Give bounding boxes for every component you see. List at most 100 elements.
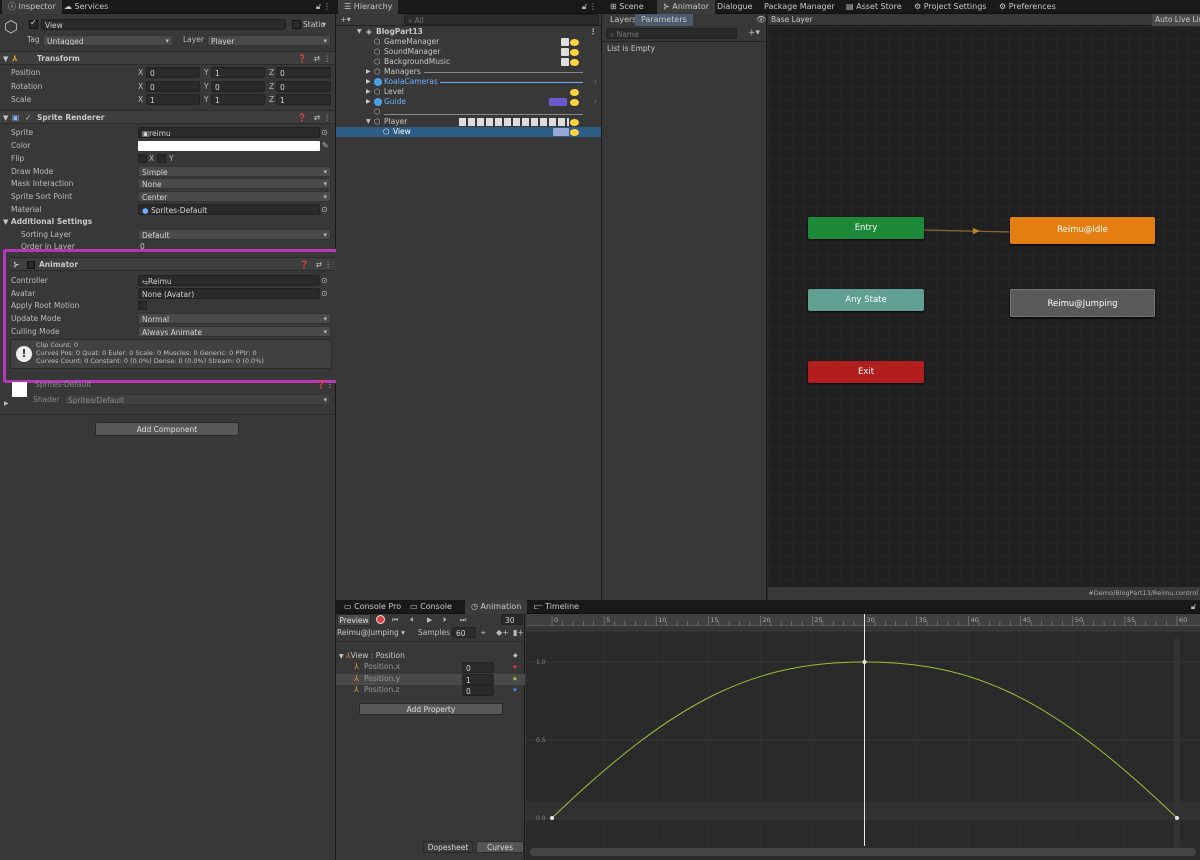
play-icon[interactable]: ▶ xyxy=(427,614,432,626)
tab-animation[interactable]: ◷ Animation xyxy=(465,600,528,614)
hierarchy-item-gamemanager[interactable]: ⬡ GameManager xyxy=(336,37,601,47)
first-frame-icon[interactable]: ⏮ xyxy=(392,614,398,626)
previous-frame-icon[interactable]: ⏴ xyxy=(410,614,414,626)
auto-live-link-button[interactable]: Auto Live Lin xyxy=(1152,14,1200,26)
component-menu-icon[interactable]: ⋮ xyxy=(326,379,334,391)
collapse-icon[interactable]: ▼ xyxy=(366,117,371,127)
active-checkbox[interactable]: ✓ xyxy=(29,18,38,29)
hierarchy-item-player[interactable]: ▼ ⬡ Player xyxy=(336,117,601,127)
preset-icon[interactable]: ⇄ xyxy=(314,52,320,66)
object-picker-icon[interactable]: ⊙ xyxy=(321,204,328,216)
curve-editor[interactable]: 0 5 10 15 20 25 30 35 40 45 50 55 60 1.0 0.5 0.0 xyxy=(526,614,1200,860)
eye-icon[interactable] xyxy=(570,58,579,66)
eye-icon[interactable] xyxy=(570,98,579,106)
tab-animator[interactable]: ⊱ Animator xyxy=(657,0,716,14)
add-component-button[interactable]: Add Component xyxy=(95,422,239,436)
scale-x-field[interactable]: 1 xyxy=(146,94,200,105)
last-frame-icon[interactable]: ⏭ xyxy=(460,614,466,626)
sprite-field[interactable]: ▣reimu xyxy=(138,127,320,138)
property-row-position-z[interactable]: ⅄ Position.z 0 ◆ xyxy=(336,685,525,696)
tab-scene[interactable]: ⊞ Scene xyxy=(604,0,650,14)
menu-icon[interactable]: ⋮ xyxy=(323,1,331,13)
expand-icon[interactable]: ▶ xyxy=(366,97,371,107)
mask-interaction-dropdown[interactable]: None xyxy=(138,178,331,189)
state-exit[interactable]: Exit xyxy=(808,361,924,383)
expand-icon[interactable]: ▶ xyxy=(366,87,371,97)
state-any-state[interactable]: Any State xyxy=(808,289,924,311)
tab-dialogue[interactable]: Dialogue xyxy=(711,0,758,14)
avatar-field[interactable]: None (Avatar) xyxy=(138,288,320,299)
tab-package-manager[interactable]: Package Manager xyxy=(758,0,841,14)
next-frame-icon[interactable]: ⏵ xyxy=(443,614,447,626)
eye-icon[interactable] xyxy=(570,88,579,96)
scale-z-field[interactable]: 1 xyxy=(276,94,331,105)
foldout-icon[interactable]: ▶ xyxy=(4,398,9,410)
color-swatch[interactable] xyxy=(138,141,320,151)
scene-row[interactable]: ▼ ◈ BlogPart13 ⋮ xyxy=(336,27,601,37)
update-mode-dropdown[interactable]: Normal xyxy=(138,313,331,324)
static-checkbox[interactable] xyxy=(292,20,301,29)
rotation-z-field[interactable]: 0 xyxy=(276,81,331,92)
lock-icon[interactable]: 🔓︎ xyxy=(316,1,321,13)
tag-dropdown[interactable]: Untagged xyxy=(43,35,173,46)
component-menu-icon[interactable]: ⋮ xyxy=(325,258,333,272)
eye-icon[interactable]: 👁︎ xyxy=(756,14,766,26)
expand-icon[interactable]: ▶ xyxy=(366,77,371,87)
parameter-search-input[interactable]: ⌕ Name xyxy=(606,28,737,39)
menu-icon[interactable]: ⋮ xyxy=(589,1,597,13)
property-value-field[interactable]: 0 xyxy=(462,685,494,696)
hierarchy-item-backgroundmusic[interactable]: ⬡ BackgroundMusic xyxy=(336,57,601,67)
tab-asset-store[interactable]: ▤ Asset Store xyxy=(840,0,908,14)
record-icon[interactable] xyxy=(376,615,385,624)
lock-icon[interactable]: 🔓︎ xyxy=(1191,601,1196,613)
clip-dropdown[interactable]: Reimu@Jumping ▾ xyxy=(337,627,405,639)
chevron-right-icon[interactable]: › xyxy=(594,77,597,87)
preview-button[interactable]: Preview xyxy=(337,614,371,626)
keyframe-diamond-icon[interactable]: ◆ xyxy=(513,661,517,673)
tab-project-settings[interactable]: ⚙ Project Settings xyxy=(908,0,992,14)
chevron-down-icon[interactable]: ▾ xyxy=(322,19,326,31)
rotation-x-field[interactable]: 0 xyxy=(146,81,200,92)
help-icon[interactable]: ❓ xyxy=(316,379,326,391)
scale-y-field[interactable]: 1 xyxy=(211,94,265,105)
add-property-button[interactable]: Add Property xyxy=(359,703,503,715)
horizontal-scrollbar[interactable] xyxy=(530,848,1196,856)
sorting-layer-dropdown[interactable]: Default xyxy=(138,229,331,240)
eye-icon[interactable] xyxy=(570,38,579,46)
enabled-check-icon[interactable]: ✓ xyxy=(25,111,31,125)
hierarchy-item-view[interactable]: ⬡ View xyxy=(336,127,601,137)
tab-console-pro[interactable]: ▭ Console Pro xyxy=(338,600,407,614)
tab-preferences[interactable]: ⚙ Preferences xyxy=(993,0,1062,14)
add-event-marker-icon[interactable]: ▮+ xyxy=(513,627,524,639)
chevron-right-icon[interactable]: › xyxy=(594,97,597,107)
animator-enabled-checkbox[interactable] xyxy=(27,261,35,269)
state-entry[interactable]: Entry xyxy=(808,217,924,239)
eyedropper-icon[interactable]: ✎ xyxy=(322,140,329,152)
object-picker-icon[interactable]: ⊙ xyxy=(321,127,328,139)
help-icon[interactable]: ❓ xyxy=(298,52,307,66)
state-reimu-jumping[interactable]: Reimu@Jumping xyxy=(1010,289,1155,317)
position-y-field[interactable]: 1 xyxy=(211,67,265,78)
culling-mode-dropdown[interactable]: Always Animate xyxy=(138,326,331,337)
sprite-renderer-header[interactable]: ▼ ▣ ✓ Sprite Renderer ❓ ⇄ ⋮ xyxy=(0,110,335,124)
tab-hierarchy[interactable]: ☰ Hierarchy xyxy=(338,0,399,14)
position-x-field[interactable]: 0 xyxy=(146,67,200,78)
eye-icon[interactable] xyxy=(570,128,579,136)
component-menu-icon[interactable]: ⋮ xyxy=(324,52,332,66)
tab-parameters[interactable]: Parameters xyxy=(635,14,693,26)
add-event-icon[interactable]: ◆+ xyxy=(496,627,509,639)
rotation-y-field[interactable]: 0 xyxy=(211,81,265,92)
state-reimu-idle[interactable]: Reimu@Idle xyxy=(1010,217,1155,244)
dopesheet-button[interactable]: Dopesheet xyxy=(423,841,473,853)
property-row-position-x[interactable]: ⅄ Position.x 0 ◆ xyxy=(336,662,525,673)
hierarchy-item-separator[interactable]: ⬡ xyxy=(336,107,601,117)
flip-y-checkbox[interactable] xyxy=(157,154,166,163)
animator-header[interactable]: ⊱ Animator ❓ ⇄ ⋮ xyxy=(10,257,335,271)
breadcrumb-base-layer[interactable]: Base Layer xyxy=(771,14,813,26)
hierarchy-item-soundmanager[interactable]: ⬡ SoundManager xyxy=(336,47,601,57)
tab-timeline[interactable]: ⫍ Timeline xyxy=(528,600,585,614)
tab-services[interactable]: ☁ Services xyxy=(58,0,114,14)
material-field[interactable]: ● Sprites-Default xyxy=(138,204,320,215)
curves-button[interactable]: Curves xyxy=(476,841,524,853)
hierarchy-search-input[interactable]: ⌕ All xyxy=(404,14,599,25)
